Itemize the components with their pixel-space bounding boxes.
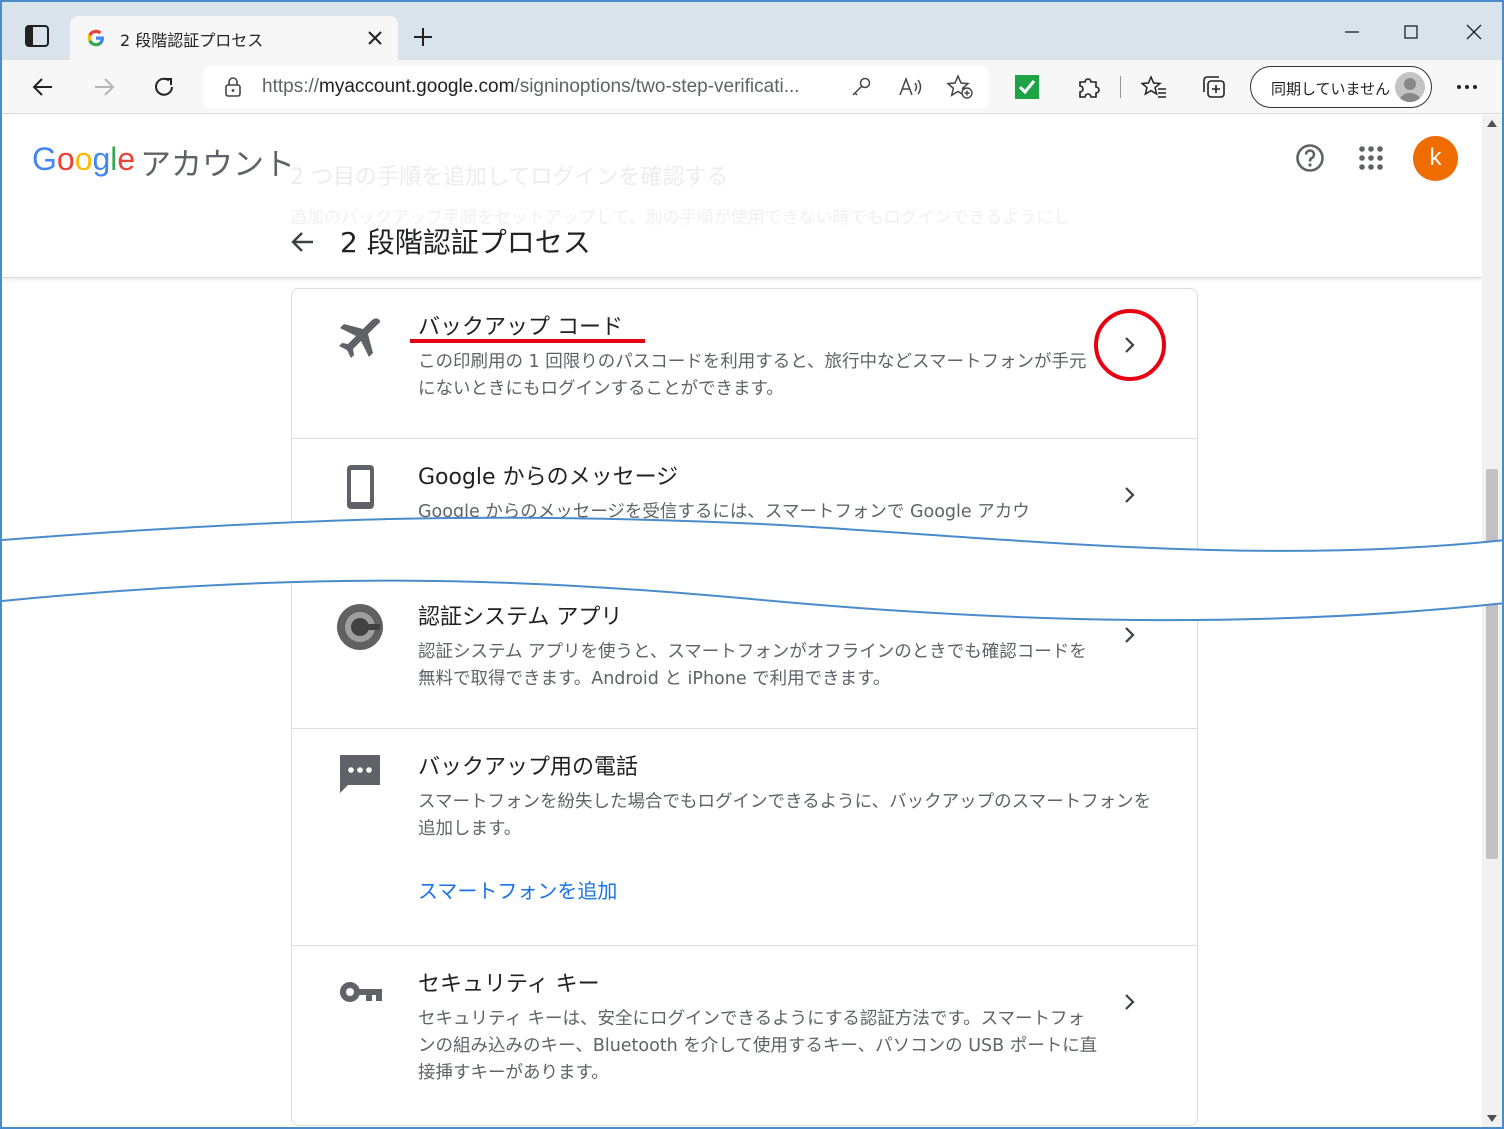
read-aloud-icon[interactable] <box>898 75 924 99</box>
collections-icon[interactable] <box>1201 74 1227 100</box>
chevron-right-icon[interactable] <box>1122 485 1138 505</box>
option-description: この印刷用の 1 回限りのパスコードを利用すると、旅行中などスマートフォンが手元… <box>418 352 1087 399</box>
highlight-circle <box>1094 309 1166 381</box>
browser-toolbar: https://myaccount.google.com/signinoptio… <box>2 60 1502 114</box>
browser-window: 2 段階認証プロセス https://myaccount.google.com/… <box>0 0 1504 1129</box>
password-key-icon[interactable] <box>850 76 872 98</box>
forward-icon[interactable] <box>91 74 117 100</box>
google-header: Google アカウント k 2 段階認証プロセス <box>2 115 1482 278</box>
address-bar[interactable]: https://myaccount.google.com/signinoptio… <box>204 66 988 108</box>
person-icon <box>1399 78 1421 102</box>
new-tab-icon[interactable] <box>412 26 434 48</box>
omission-wave-band <box>2 516 1502 622</box>
favorites-icon[interactable] <box>1141 74 1167 100</box>
page-title: 2 段階認証プロセス <box>340 226 591 259</box>
back-icon[interactable] <box>30 74 56 100</box>
google-favicon-icon <box>87 29 104 47</box>
extension-check-icon[interactable] <box>1014 74 1040 100</box>
smartphone-icon <box>347 465 374 509</box>
more-menu-icon[interactable] <box>1454 74 1480 100</box>
sync-profile-button[interactable]: 同期していません <box>1250 66 1432 108</box>
refresh-icon[interactable] <box>151 74 177 100</box>
lock-icon[interactable] <box>224 76 242 98</box>
option-description: スマートフォンを紛失した場合でもログインできるように、バックアップのスマートフォ… <box>418 792 1152 839</box>
option-title: セキュリティ キー <box>418 972 600 997</box>
active-tab[interactable]: 2 段階認証プロセス <box>70 16 398 60</box>
back-arrow-icon[interactable] <box>290 229 316 255</box>
airplane-icon <box>339 318 381 358</box>
scroll-down-icon[interactable] <box>1487 1115 1497 1123</box>
option-backup-phone[interactable]: バックアップ用の電話 スマートフォンを紛失した場合でもログインできるように、バッ… <box>292 729 1197 946</box>
google-logo[interactable]: Google <box>32 141 135 178</box>
tab-title: 2 段階認証プロセス <box>120 31 264 50</box>
scroll-up-icon[interactable] <box>1487 119 1497 127</box>
help-icon[interactable] <box>1295 143 1325 173</box>
option-title: Google からのメッセージ <box>418 465 679 490</box>
tab-actions-icon[interactable] <box>24 24 50 48</box>
close-window-icon[interactable] <box>1464 22 1484 42</box>
account-avatar[interactable]: k <box>1413 136 1458 181</box>
options-card: バックアップ コード この印刷用の 1 回限りのパスコードを利用すると、旅行中な… <box>291 288 1198 1126</box>
tab-strip: 2 段階認証プロセス <box>2 2 1502 60</box>
option-security-key[interactable]: セキュリティ キー セキュリティ キーは、安全にログインできるようにする認証方法… <box>292 946 1197 1126</box>
add-favorite-icon[interactable] <box>946 74 974 100</box>
option-title: バックアップ用の電話 <box>418 755 639 780</box>
chevron-right-icon[interactable] <box>1122 992 1138 1012</box>
key-icon <box>339 981 382 1002</box>
apps-grid-icon[interactable] <box>1358 145 1384 171</box>
url-text: https://myaccount.google.com/signinoptio… <box>262 76 800 97</box>
profile-avatar <box>1395 72 1425 102</box>
option-description: セキュリティ キーは、安全にログインできるようにする認証方法です。スマートフォン… <box>418 1009 1098 1083</box>
option-title: バックアップ コード <box>418 315 623 340</box>
option-backup-codes[interactable]: バックアップ コード この印刷用の 1 回限りのパスコードを利用すると、旅行中な… <box>292 289 1197 439</box>
toolbar-divider <box>1120 76 1121 98</box>
highlight-underline <box>410 339 645 343</box>
option-description: 認証システム アプリを使うと、スマートフォンがオフラインのときでも確認コードを無… <box>418 642 1087 689</box>
account-label: アカウント <box>140 147 295 183</box>
minimize-icon[interactable] <box>1342 22 1362 42</box>
message-icon <box>340 755 380 793</box>
sync-label: 同期していません <box>1271 80 1391 98</box>
close-tab-icon[interactable] <box>366 29 384 47</box>
maximize-icon[interactable] <box>1401 22 1421 42</box>
add-phone-link[interactable]: スマートフォンを追加 <box>418 875 617 904</box>
extensions-puzzle-icon[interactable] <box>1075 74 1101 100</box>
